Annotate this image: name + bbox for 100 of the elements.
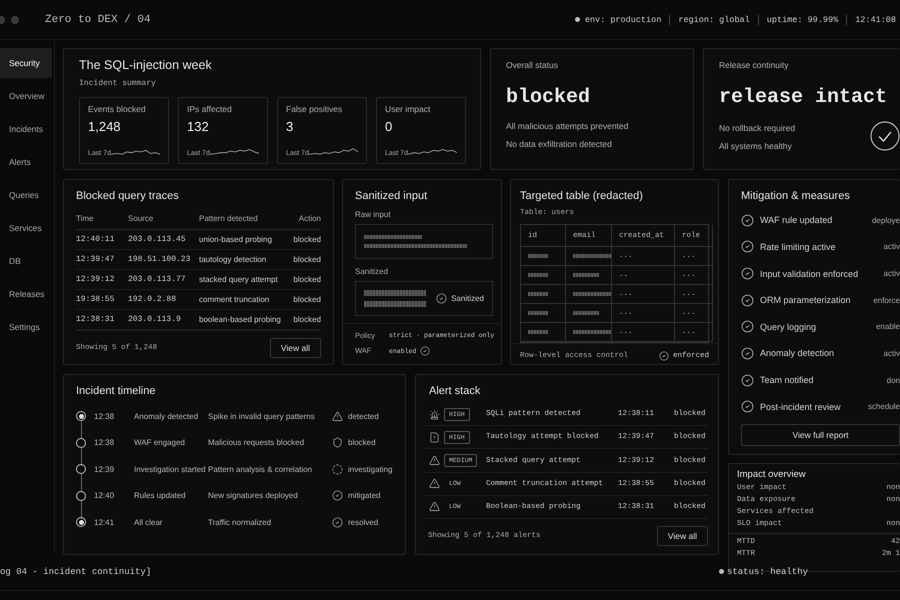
stat-value: 0 bbox=[385, 119, 394, 134]
log-text: og 04 - incident continuity] bbox=[0, 566, 152, 576]
document-warning-icon bbox=[429, 432, 440, 443]
warning-icon bbox=[429, 455, 440, 466]
status-value: release intact bbox=[719, 86, 888, 109]
measure-label: Query logging bbox=[760, 322, 816, 332]
stat-label: False positives bbox=[286, 104, 344, 114]
check-circle-icon bbox=[332, 516, 343, 528]
view-all-button[interactable]: View all bbox=[656, 526, 708, 546]
warning-icon bbox=[332, 410, 343, 422]
app-title: Zero to DEX / 04 bbox=[45, 14, 151, 26]
table-cell: 203.0.113.9 bbox=[128, 310, 199, 330]
column-header: Time bbox=[76, 210, 128, 230]
status-note: All systems healthy bbox=[719, 141, 793, 151]
event-name: WAF engaged bbox=[134, 438, 186, 448]
card-title: Alert stack bbox=[429, 385, 482, 397]
sidebar-item[interactable]: DB bbox=[0, 246, 52, 276]
check-circle-icon bbox=[658, 351, 669, 361]
sidebar-item[interactable]: Releases bbox=[0, 279, 52, 309]
event-name: Anomaly detected bbox=[134, 412, 200, 421]
status-text: region: global bbox=[678, 14, 750, 24]
event-time: 12:38 bbox=[94, 438, 116, 448]
table-cell: blocked bbox=[281, 270, 321, 290]
event-detail: Spike in invalid query patterns bbox=[208, 412, 316, 421]
sidebar-item[interactable]: Settings bbox=[0, 312, 52, 342]
status-text: 12:41:08 bbox=[855, 14, 896, 24]
table-cell: 19:38:55 bbox=[76, 290, 128, 310]
sidebar-item[interactable]: Queries bbox=[0, 180, 52, 210]
measure-label: Rate limiting active bbox=[760, 242, 836, 252]
redacted-cell bbox=[566, 247, 612, 266]
check-circle-icon bbox=[741, 294, 754, 307]
sidebar-item[interactable]: Services bbox=[0, 213, 52, 243]
check-circle-icon bbox=[741, 374, 754, 387]
card-title: Blocked query traces bbox=[76, 190, 180, 202]
check-circle-icon bbox=[332, 490, 343, 502]
shield-icon bbox=[332, 437, 343, 448]
card-title: Overall status bbox=[506, 60, 559, 70]
card-title: Targeted table (redacted) bbox=[520, 190, 644, 202]
redacted-cell bbox=[566, 304, 612, 323]
card-title: Mitigation & measures bbox=[741, 190, 851, 202]
check-circle-icon bbox=[741, 267, 754, 280]
measure-status: activ bbox=[884, 348, 900, 358]
measure-status: enable bbox=[876, 322, 900, 332]
stat-value: 132 bbox=[187, 119, 210, 134]
stat-label: IPs affected bbox=[187, 104, 233, 114]
event-name: Rules updated bbox=[134, 491, 187, 500]
stat-label: User impact bbox=[385, 104, 432, 114]
card-title: The SQL-injection week bbox=[79, 58, 213, 72]
check-circle-icon bbox=[870, 121, 900, 151]
sanitized-label: Sanitized bbox=[436, 293, 484, 304]
table-cell: tautology detection bbox=[199, 250, 281, 270]
card-title: Release continuity bbox=[719, 60, 790, 70]
status-note: All malicious attempts prevented bbox=[506, 121, 630, 131]
sparkline-drawing bbox=[210, 146, 259, 157]
field-label: Raw input bbox=[355, 210, 392, 219]
check-circle-icon bbox=[741, 320, 754, 334]
redacted-cell bbox=[566, 266, 612, 285]
table-cell: boolean-based probing bbox=[199, 310, 281, 330]
measure-status: activ bbox=[884, 242, 900, 252]
warning-icon bbox=[429, 501, 440, 512]
measure-status: don bbox=[886, 376, 900, 385]
footer-status: status: healthy bbox=[726, 566, 808, 576]
event-name: All clear bbox=[134, 518, 164, 527]
field-label: Sanitized bbox=[355, 267, 389, 276]
card-subtitle: Incident summary bbox=[79, 79, 157, 88]
sidebar-item[interactable]: Incidents bbox=[0, 114, 52, 144]
event-detail: Traffic normalized bbox=[208, 518, 272, 527]
sidebar-item[interactable]: Security bbox=[0, 48, 52, 78]
event-status: blocked bbox=[348, 438, 376, 448]
column-header: Source bbox=[128, 210, 199, 230]
table-cell: 12:39:12 bbox=[76, 270, 128, 290]
check-circle-icon bbox=[741, 346, 754, 360]
measure-label: Anomaly detection bbox=[760, 348, 834, 358]
stat-value: 3 bbox=[286, 119, 294, 134]
view-all-button[interactable]: View all bbox=[270, 338, 321, 358]
sidebar-item[interactable]: Alerts bbox=[0, 147, 52, 177]
event-status: detected bbox=[348, 412, 379, 421]
check-circle-icon bbox=[741, 214, 754, 227]
event-detail: New signatures deployed bbox=[208, 491, 299, 500]
event-detail: Malicious requests blocked bbox=[208, 438, 306, 448]
check-circle-icon bbox=[436, 293, 448, 304]
table-cell: 12:40:11 bbox=[76, 230, 128, 250]
event-time: 12:41 bbox=[94, 518, 116, 527]
sparkline-drawing bbox=[408, 146, 457, 157]
check-circle-icon bbox=[420, 346, 430, 356]
card-title: Sanitized input bbox=[355, 190, 428, 202]
view-full-report-button[interactable]: View full report bbox=[741, 424, 900, 446]
dashed-circle-icon bbox=[332, 464, 343, 475]
check-circle-icon bbox=[741, 240, 754, 254]
table-cell: union-based probing bbox=[199, 230, 281, 250]
measure-label: Post-incident review bbox=[760, 402, 841, 412]
warning-icon bbox=[429, 478, 440, 490]
table-cell: blocked bbox=[281, 290, 321, 310]
sidebar-item[interactable]: Overview bbox=[0, 81, 52, 111]
sparkline-drawing bbox=[308, 146, 358, 157]
measure-status: schedule bbox=[868, 402, 900, 412]
event-detail: Pattern analysis & correlation bbox=[208, 464, 314, 474]
check-circle-icon bbox=[741, 400, 754, 414]
event-time: 12:38 bbox=[94, 412, 116, 421]
event-time: 12:39 bbox=[94, 464, 116, 474]
